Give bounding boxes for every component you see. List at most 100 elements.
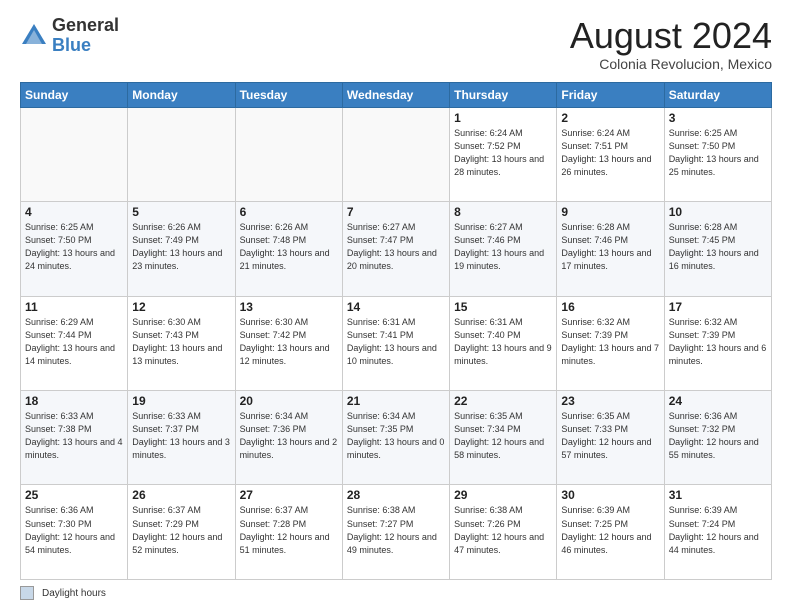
day-cell: 26Sunrise: 6:37 AM Sunset: 7:29 PM Dayli… <box>128 485 235 580</box>
day-cell: 15 Sunrise: 6:31 AM Sunset: 7:40 PM Dayli… <box>450 296 557 390</box>
day-cell: 2Sunrise: 6:24 AM Sunset: 7:51 PM Daylig… <box>557 107 664 201</box>
day-number: 17 <box>669 300 767 314</box>
day-number: 16 <box>561 300 659 314</box>
col-header-thursday: Thursday <box>450 82 557 107</box>
day-info: Sunrise: 6:26 AM Sunset: 7:48 PM Dayligh… <box>240 221 338 273</box>
day-number: 25 <box>25 488 123 502</box>
day-cell: 4 Sunrise: 6:25 AM Sunset: 7:50 PM Daylig… <box>21 202 128 296</box>
day-info: Sunrise: 6:39 AM Sunset: 7:25 PM Dayligh… <box>561 504 659 556</box>
col-header-saturday: Saturday <box>664 82 771 107</box>
day-info: Sunrise: 6:24 AM Sunset: 7:52 PM Dayligh… <box>454 127 552 179</box>
day-info: Sunrise: 6:29 AM Sunset: 7:44 PM Dayligh… <box>25 316 123 368</box>
day-cell: 1 Sunrise: 6:24 AM Sunset: 7:52 PM Daylig… <box>450 107 557 201</box>
week-row-1: 1 Sunrise: 6:24 AM Sunset: 7:52 PM Daylig… <box>21 107 772 201</box>
day-number: 4 <box>25 205 123 219</box>
day-info: Sunrise: 6:25 AM Sunset: 7:50 PM Dayligh… <box>669 127 767 179</box>
day-cell: 22 Sunrise: 6:35 AM Sunset: 7:34 PM Dayli… <box>450 391 557 485</box>
day-number: 18 <box>25 394 123 408</box>
day-info: Sunrise: 6:37 AM Sunset: 7:28 PM Dayligh… <box>240 504 338 556</box>
title-section: August 2024 Colonia Revolucion, Mexico <box>570 16 772 72</box>
day-number: 10 <box>669 205 767 219</box>
day-cell: 6Sunrise: 6:26 AM Sunset: 7:48 PM Daylig… <box>235 202 342 296</box>
footer-label: Daylight hours <box>42 588 106 599</box>
day-info: Sunrise: 6:30 AM Sunset: 7:43 PM Dayligh… <box>132 316 230 368</box>
day-number: 5 <box>132 205 230 219</box>
day-number: 29 <box>454 488 552 502</box>
day-number: 7 <box>347 205 445 219</box>
logo-icon <box>20 22 48 50</box>
day-number: 19 <box>132 394 230 408</box>
day-info: Sunrise: 6:35 AM Sunset: 7:34 PM Dayligh… <box>454 410 552 462</box>
day-cell <box>128 107 235 201</box>
day-info: Sunrise: 6:25 AM Sunset: 7:50 PM Dayligh… <box>25 221 123 273</box>
day-info: Sunrise: 6:27 AM Sunset: 7:46 PM Dayligh… <box>454 221 552 273</box>
day-info: Sunrise: 6:26 AM Sunset: 7:49 PM Dayligh… <box>132 221 230 273</box>
day-cell: 18 Sunrise: 6:33 AM Sunset: 7:38 PM Dayli… <box>21 391 128 485</box>
day-info: Sunrise: 6:38 AM Sunset: 7:26 PM Dayligh… <box>454 504 552 556</box>
logo-blue: Blue <box>52 35 91 55</box>
day-cell: 8 Sunrise: 6:27 AM Sunset: 7:46 PM Daylig… <box>450 202 557 296</box>
day-info: Sunrise: 6:33 AM Sunset: 7:37 PM Dayligh… <box>132 410 230 462</box>
day-info: Sunrise: 6:31 AM Sunset: 7:41 PM Dayligh… <box>347 316 445 368</box>
legend-box <box>20 586 34 600</box>
day-number: 24 <box>669 394 767 408</box>
col-header-wednesday: Wednesday <box>342 82 449 107</box>
page: General Blue August 2024 Colonia Revoluc… <box>0 0 792 612</box>
day-number: 1 <box>454 111 552 125</box>
day-cell: 27 Sunrise: 6:37 AM Sunset: 7:28 PM Dayli… <box>235 485 342 580</box>
month-title: August 2024 <box>570 16 772 56</box>
day-cell: 12 Sunrise: 6:30 AM Sunset: 7:43 PM Dayli… <box>128 296 235 390</box>
day-info: Sunrise: 6:30 AM Sunset: 7:42 PM Dayligh… <box>240 316 338 368</box>
day-number: 11 <box>25 300 123 314</box>
day-cell: 14 Sunrise: 6:31 AM Sunset: 7:41 PM Dayli… <box>342 296 449 390</box>
day-info: Sunrise: 6:27 AM Sunset: 7:47 PM Dayligh… <box>347 221 445 273</box>
day-info: Sunrise: 6:31 AM Sunset: 7:40 PM Dayligh… <box>454 316 552 368</box>
day-info: Sunrise: 6:32 AM Sunset: 7:39 PM Dayligh… <box>561 316 659 368</box>
day-number: 20 <box>240 394 338 408</box>
day-number: 21 <box>347 394 445 408</box>
week-row-3: 11 Sunrise: 6:29 AM Sunset: 7:44 PM Dayli… <box>21 296 772 390</box>
day-cell <box>21 107 128 201</box>
day-info: Sunrise: 6:36 AM Sunset: 7:30 PM Dayligh… <box>25 504 123 556</box>
day-cell: 13 Sunrise: 6:30 AM Sunset: 7:42 PM Dayli… <box>235 296 342 390</box>
day-cell: 24 Sunrise: 6:36 AM Sunset: 7:32 PM Dayli… <box>664 391 771 485</box>
day-cell: 25 Sunrise: 6:36 AM Sunset: 7:30 PM Dayli… <box>21 485 128 580</box>
day-info: Sunrise: 6:36 AM Sunset: 7:32 PM Dayligh… <box>669 410 767 462</box>
day-cell: 28 Sunrise: 6:38 AM Sunset: 7:27 PM Dayli… <box>342 485 449 580</box>
day-number: 3 <box>669 111 767 125</box>
day-cell: 19 Sunrise: 6:33 AM Sunset: 7:37 PM Dayli… <box>128 391 235 485</box>
day-number: 30 <box>561 488 659 502</box>
day-cell: 7 Sunrise: 6:27 AM Sunset: 7:47 PM Daylig… <box>342 202 449 296</box>
day-info: Sunrise: 6:28 AM Sunset: 7:46 PM Dayligh… <box>561 221 659 273</box>
day-info: Sunrise: 6:35 AM Sunset: 7:33 PM Dayligh… <box>561 410 659 462</box>
header-row: SundayMondayTuesdayWednesdayThursdayFrid… <box>21 82 772 107</box>
day-number: 9 <box>561 205 659 219</box>
day-cell: 9 Sunrise: 6:28 AM Sunset: 7:46 PM Daylig… <box>557 202 664 296</box>
day-number: 26 <box>132 488 230 502</box>
day-info: Sunrise: 6:38 AM Sunset: 7:27 PM Dayligh… <box>347 504 445 556</box>
col-header-friday: Friday <box>557 82 664 107</box>
day-cell: 21 Sunrise: 6:34 AM Sunset: 7:35 PM Dayli… <box>342 391 449 485</box>
day-number: 2 <box>561 111 659 125</box>
col-header-monday: Monday <box>128 82 235 107</box>
day-number: 8 <box>454 205 552 219</box>
location: Colonia Revolucion, Mexico <box>570 56 772 72</box>
day-number: 13 <box>240 300 338 314</box>
day-number: 27 <box>240 488 338 502</box>
day-cell: 20Sunrise: 6:34 AM Sunset: 7:36 PM Dayli… <box>235 391 342 485</box>
day-number: 12 <box>132 300 230 314</box>
day-cell <box>235 107 342 201</box>
footer: Daylight hours <box>20 586 772 600</box>
day-info: Sunrise: 6:33 AM Sunset: 7:38 PM Dayligh… <box>25 410 123 462</box>
day-cell: 17Sunrise: 6:32 AM Sunset: 7:39 PM Dayli… <box>664 296 771 390</box>
day-number: 15 <box>454 300 552 314</box>
col-header-sunday: Sunday <box>21 82 128 107</box>
day-number: 22 <box>454 394 552 408</box>
day-info: Sunrise: 6:34 AM Sunset: 7:35 PM Dayligh… <box>347 410 445 462</box>
day-number: 31 <box>669 488 767 502</box>
week-row-5: 25 Sunrise: 6:36 AM Sunset: 7:30 PM Dayli… <box>21 485 772 580</box>
day-cell: 30 Sunrise: 6:39 AM Sunset: 7:25 PM Dayli… <box>557 485 664 580</box>
day-number: 28 <box>347 488 445 502</box>
day-number: 14 <box>347 300 445 314</box>
col-header-tuesday: Tuesday <box>235 82 342 107</box>
